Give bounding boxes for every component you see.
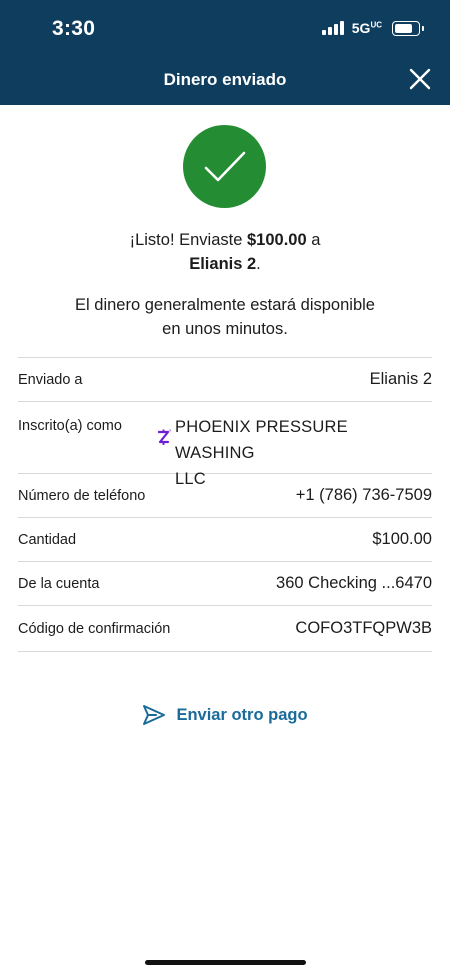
battery-icon [392,20,424,36]
detail-label: Inscrito(a) como [18,418,122,434]
success-badge [183,125,266,208]
zelle-icon [157,429,172,445]
detail-label: De la cuenta [18,575,100,592]
detail-value: COFO3TFQPW3B [295,619,432,637]
detail-label: Número de teléfono [18,487,146,504]
enrolled-name-line1: PHOENIX PRESSURE WASHING [175,418,348,462]
status-indicators: 5GUC [321,20,424,36]
details-table: Enviado a Elianis 2 Inscrito(a) como PHO… [18,357,432,652]
send-icon [143,705,166,725]
checkmark-icon [204,151,245,181]
send-another-payment-button[interactable]: Enviar otro pago [0,704,450,726]
close-button[interactable] [406,65,434,93]
screen: 3:30 5GUC Dinero enviado ¡Listo! Enviast… [0,0,450,975]
detail-row-phone: Número de teléfono +1 (786) 736-7509 [18,474,432,518]
detail-value: Elianis 2 [369,370,432,388]
page-title: Dinero enviado [163,70,287,89]
header: 3:30 5GUC Dinero enviado [0,0,450,105]
detail-label: Cantidad [18,531,77,548]
sent-amount: $100.00 [246,231,307,249]
status-time: 3:30 [52,17,96,40]
detail-label: Código de confirmación [18,620,171,637]
detail-row-confirmation: Código de confirmación COFO3TFQPW3B [18,606,432,652]
detail-row-from-account: De la cuenta 360 Checking ...6470 [18,562,432,606]
detail-value: $100.00 [372,530,432,548]
send-another-payment-label: Enviar otro pago [176,705,308,724]
network-type: 5GUC [351,20,382,36]
detail-label: Enviado a [18,371,83,388]
close-icon [409,68,431,90]
recipient-name: Elianis 2 [189,255,257,273]
success-message: ¡Listo! Enviaste $100.00 a Elianis 2. [129,231,321,273]
signal-icon [321,21,344,35]
detail-row-sent-to: Enviado a Elianis 2 [18,358,432,402]
availability-message: El dinero generalmente estará disponible… [75,296,375,338]
detail-value: 360 Checking ...6470 [276,574,432,592]
home-indicator[interactable] [145,960,306,965]
detail-value: +1 (786) 736-7509 [295,486,432,504]
detail-row-amount: Cantidad $100.00 [18,518,432,562]
detail-row-enrolled-as: Inscrito(a) como PHOENIX PRESSURE WASHIN… [18,402,432,488]
